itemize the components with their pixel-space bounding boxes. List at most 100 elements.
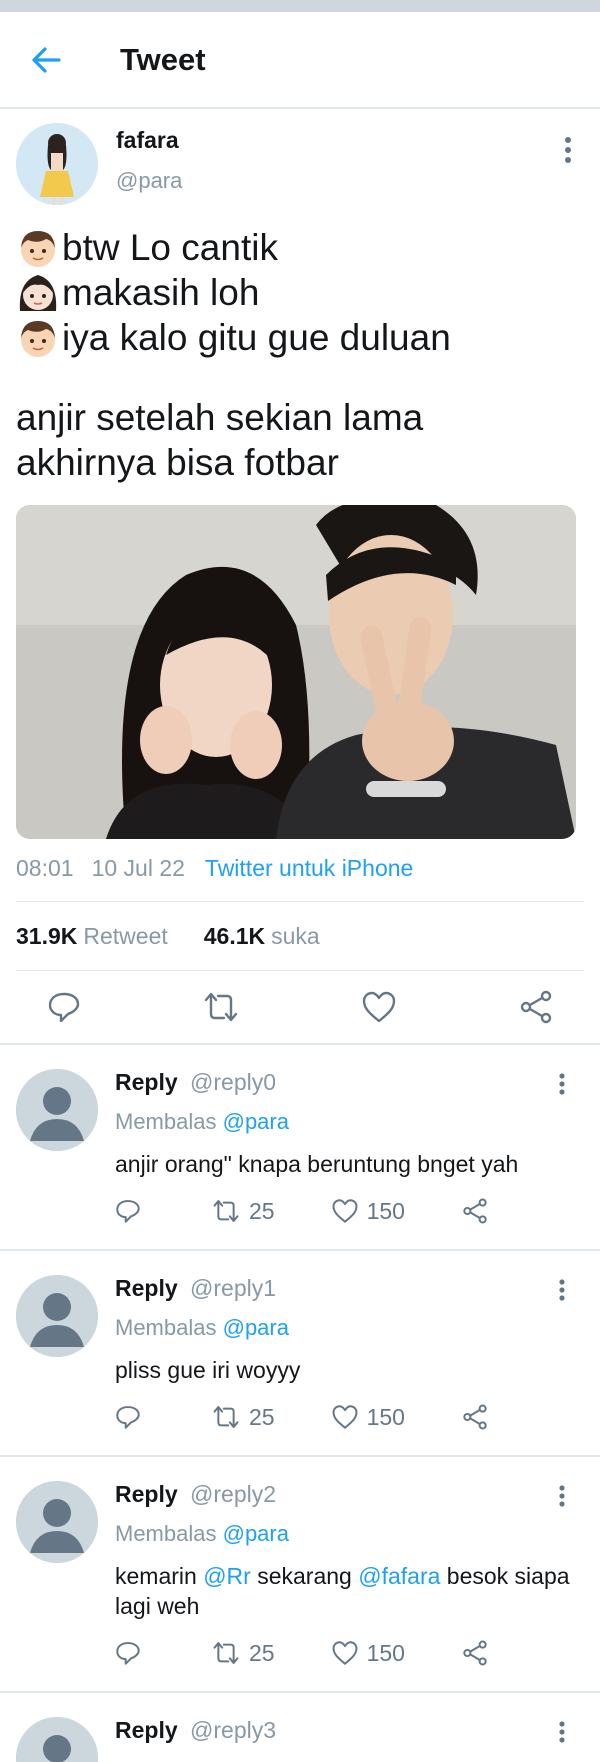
replying-to-label: Membalas bbox=[115, 1315, 217, 1340]
reply-author-handle[interactable]: @reply0 bbox=[190, 1069, 276, 1095]
boy-emoji-icon bbox=[21, 320, 55, 357]
reply-item[interactable]: Reply @reply1 Membalas @para pliss gue i… bbox=[0, 1251, 600, 1457]
retweet-label[interactable]: Retweet bbox=[83, 923, 167, 950]
more-vertical-icon bbox=[559, 1279, 565, 1301]
author-handle[interactable]: @para bbox=[116, 168, 182, 194]
heart-icon bbox=[332, 1405, 358, 1429]
like-count[interactable]: 46.1K bbox=[204, 923, 265, 950]
reply-more-button[interactable] bbox=[552, 1483, 572, 1511]
tweet-source-link[interactable]: Twitter untuk iPhone bbox=[205, 855, 413, 882]
reply-like-count: 150 bbox=[366, 1639, 405, 1666]
reply-item[interactable]: Reply @reply0 Membalas @para anjir orang… bbox=[0, 1045, 600, 1251]
avatar[interactable] bbox=[16, 1481, 98, 1563]
like-button[interactable] bbox=[359, 987, 399, 1027]
tweet-line-text: btw Lo cantik bbox=[62, 227, 278, 268]
tweet-line: akhirnya bisa fotbar bbox=[16, 440, 584, 485]
tweet-line-text: akhirnya bisa fotbar bbox=[16, 442, 339, 483]
more-vertical-icon bbox=[559, 1485, 565, 1507]
heart-icon bbox=[362, 991, 395, 1023]
reply-more-button[interactable] bbox=[552, 1719, 572, 1747]
reply-more-button[interactable] bbox=[552, 1277, 572, 1305]
heart-icon bbox=[332, 1641, 358, 1665]
reply-reply-button[interactable] bbox=[115, 1640, 141, 1666]
tweet-photo[interactable] bbox=[16, 505, 576, 839]
tweet-stats: 31.9K Retweet 46.1K suka bbox=[16, 902, 584, 970]
reply-item[interactable]: Reply @reply3 bbox=[0, 1693, 600, 1762]
tweet-meta: 08:01 10 Jul 22 Twitter untuk iPhone bbox=[16, 853, 584, 883]
reply-text-part: anjir orang" knapa beruntung bnget yah bbox=[115, 1151, 519, 1177]
reply-text-mention[interactable]: @fafara bbox=[358, 1563, 440, 1589]
avatar[interactable] bbox=[16, 1275, 98, 1357]
replying-to: Membalas @para bbox=[115, 1109, 584, 1139]
tweet: fafara @para btw Lo cantik makasih loh i… bbox=[0, 109, 600, 1043]
reply-retweet-count: 25 bbox=[249, 1639, 275, 1666]
reply-more-button[interactable] bbox=[552, 1071, 572, 1099]
reply-author-name[interactable]: Reply bbox=[115, 1275, 178, 1301]
back-button[interactable] bbox=[0, 11, 92, 108]
reply-icon bbox=[48, 992, 80, 1023]
retweet-icon bbox=[213, 1642, 239, 1664]
tweet-line: btw Lo cantik bbox=[16, 225, 584, 270]
reply-retweet-button[interactable]: 25 bbox=[211, 1640, 275, 1667]
reply-text-mention[interactable]: @Rr bbox=[203, 1563, 251, 1589]
replying-to-mention[interactable]: @para bbox=[223, 1109, 289, 1134]
more-vertical-icon bbox=[565, 137, 571, 163]
replying-to-mention[interactable]: @para bbox=[223, 1315, 289, 1340]
reply-actions: 25 150 bbox=[115, 1401, 584, 1433]
reply-text: kemarin @Rr sekarang @fafara besok siapa… bbox=[115, 1561, 584, 1621]
avatar[interactable] bbox=[16, 123, 98, 205]
retweet-count[interactable]: 31.9K bbox=[16, 923, 77, 950]
retweet-icon bbox=[213, 1200, 239, 1222]
tweet-line-text: iya kalo gitu gue duluan bbox=[62, 317, 451, 358]
reply-like-button[interactable]: 150 bbox=[331, 1640, 405, 1667]
more-vertical-icon bbox=[559, 1073, 565, 1095]
replying-to-label: Membalas bbox=[115, 1521, 217, 1546]
reply-share-button[interactable] bbox=[461, 1198, 489, 1224]
reply-item[interactable]: Reply @reply2 Membalas @para kemarin @Rr… bbox=[0, 1457, 600, 1693]
tweet-line-text: makasih loh bbox=[62, 272, 260, 313]
more-options-button[interactable] bbox=[556, 133, 580, 169]
retweet-icon bbox=[213, 1406, 239, 1428]
girl-emoji-icon bbox=[19, 274, 57, 311]
reply-retweet-button[interactable]: 25 bbox=[211, 1404, 275, 1431]
reply-text: anjir orang" knapa beruntung bnget yah bbox=[115, 1149, 584, 1179]
reply-retweet-count: 25 bbox=[249, 1403, 275, 1430]
share-button[interactable] bbox=[516, 987, 556, 1027]
reply-like-button[interactable]: 150 bbox=[331, 1198, 405, 1225]
reply-author-handle[interactable]: @reply2 bbox=[190, 1481, 276, 1507]
share-icon bbox=[520, 990, 552, 1024]
top-bar: Tweet bbox=[0, 12, 600, 109]
reply-reply-button[interactable] bbox=[115, 1404, 141, 1430]
reply-author-name[interactable]: Reply bbox=[115, 1069, 178, 1095]
retweet-button[interactable] bbox=[201, 987, 241, 1027]
replying-to-mention[interactable]: @para bbox=[223, 1521, 289, 1546]
retweet-icon bbox=[205, 992, 238, 1022]
reply-like-button[interactable]: 150 bbox=[331, 1404, 405, 1431]
reply-text-part: pliss gue iri woyyy bbox=[115, 1357, 301, 1383]
author-name[interactable]: fafara bbox=[116, 127, 182, 154]
like-label[interactable]: suka bbox=[271, 923, 320, 950]
avatar[interactable] bbox=[16, 1717, 98, 1762]
reply-share-button[interactable] bbox=[461, 1404, 489, 1430]
reply-share-button[interactable] bbox=[461, 1640, 489, 1666]
more-vertical-icon bbox=[559, 1721, 565, 1743]
reply-author-handle[interactable]: @reply3 bbox=[190, 1717, 276, 1743]
tweet-date: 10 Jul 22 bbox=[91, 854, 185, 881]
reply-like-count: 150 bbox=[366, 1403, 405, 1430]
tweet-line: makasih loh bbox=[16, 270, 584, 315]
tweet-author-row: fafara @para bbox=[16, 123, 584, 219]
reply-retweet-button[interactable]: 25 bbox=[211, 1198, 275, 1225]
reply-like-count: 150 bbox=[366, 1197, 405, 1224]
reply-author-name[interactable]: Reply bbox=[115, 1717, 178, 1743]
reply-author-name[interactable]: Reply bbox=[115, 1481, 178, 1507]
reply-button[interactable] bbox=[44, 987, 84, 1027]
reply-text: pliss gue iri woyyy bbox=[115, 1355, 584, 1385]
reply-reply-button[interactable] bbox=[115, 1198, 141, 1224]
reply-icon bbox=[116, 1200, 140, 1223]
share-icon bbox=[463, 1198, 487, 1224]
boy-emoji-icon bbox=[21, 230, 55, 267]
reply-text-part: kemarin bbox=[115, 1563, 204, 1589]
reply-author-handle[interactable]: @reply1 bbox=[190, 1275, 276, 1301]
tweet-text: btw Lo cantik makasih loh iya kalo gitu … bbox=[16, 225, 584, 485]
avatar[interactable] bbox=[16, 1069, 98, 1151]
